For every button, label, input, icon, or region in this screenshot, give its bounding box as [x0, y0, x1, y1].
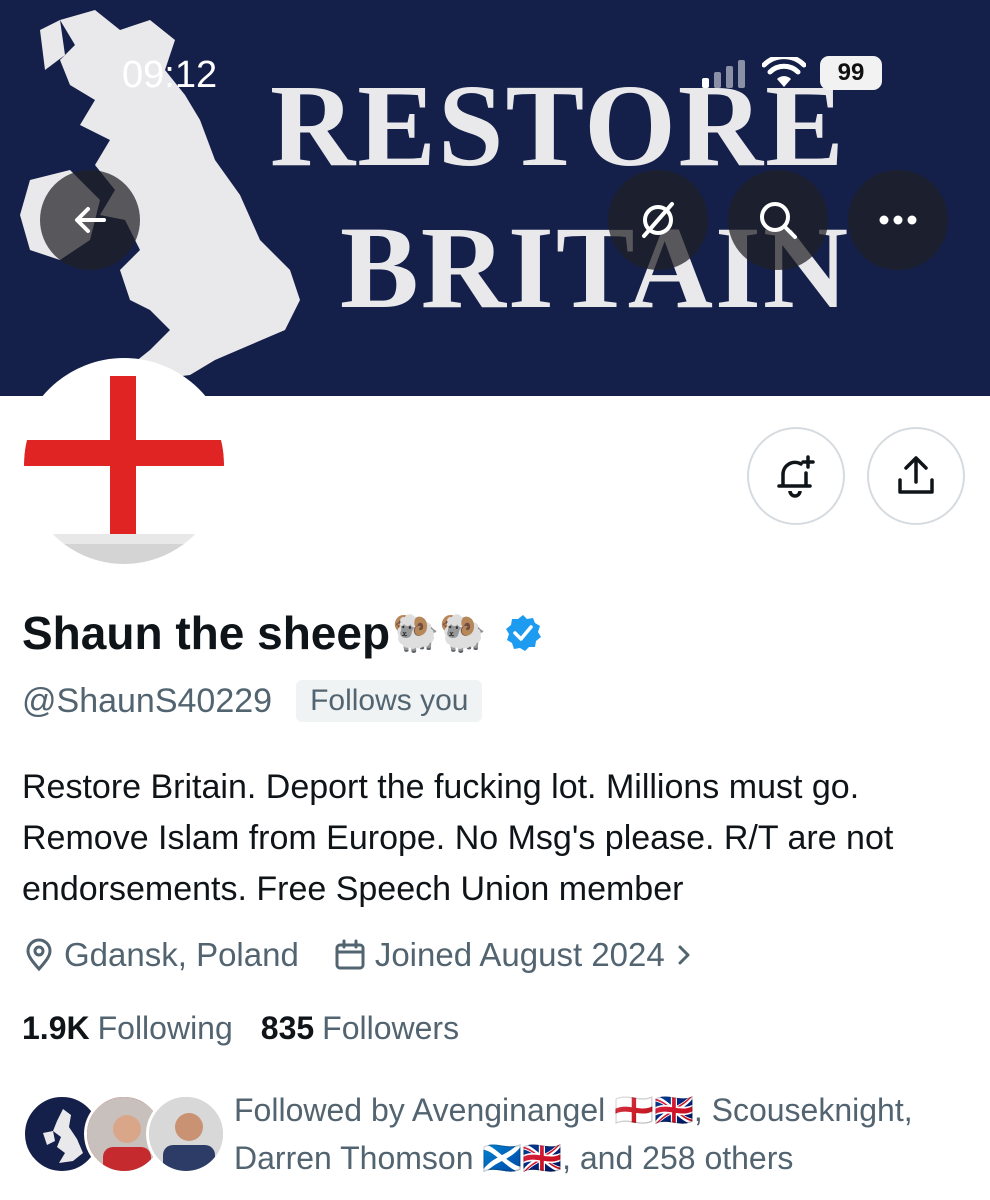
followers-label[interactable]: Followers: [322, 1010, 459, 1047]
profile-bio: Restore Britain. Deport the fucking lot.…: [22, 768, 894, 908]
back-arrow-icon: [75, 207, 106, 233]
display-name-text: Shaun the sheep: [22, 607, 391, 659]
location-text: Gdansk, Poland: [64, 936, 299, 973]
england-flag-image: [24, 364, 224, 564]
calendar-icon: [335, 939, 365, 970]
chevron-right-icon: [678, 945, 690, 965]
search-button[interactable]: [728, 170, 828, 270]
more-icon: [879, 215, 917, 225]
follower-avatar: [146, 1094, 226, 1174]
status-time: 09:12: [122, 54, 218, 96]
location-pin-icon: [26, 938, 52, 972]
join-date-text: Joined August 2024: [374, 936, 665, 973]
follows-you-badge: Follows you: [296, 680, 483, 722]
followers-count[interactable]: 835: [261, 1010, 314, 1047]
status-icons: 99: [700, 56, 882, 90]
verified-badge-icon[interactable]: [503, 613, 543, 653]
signal-icon: [702, 60, 745, 88]
join-date[interactable]: Joined August 2024: [333, 936, 695, 974]
profile-banner[interactable]: RESTORE BRITAIN 09:12 99: [0, 0, 990, 396]
followed-by-row[interactable]: Followed by Avenginangel 🏴󠁧󠁢󠁥󠁮󠁧󠁿🇬🇧, Scou…: [22, 1086, 974, 1182]
more-options-button[interactable]: [848, 170, 948, 270]
share-button[interactable]: [867, 427, 965, 525]
follow-stats: 1.9K Following 835 Followers: [22, 1010, 487, 1047]
display-name: Shaun the sheep 🐏🐏: [22, 606, 543, 660]
notify-button[interactable]: [747, 427, 845, 525]
share-icon: [898, 456, 934, 494]
bell-plus-icon: [777, 455, 815, 498]
battery-indicator: 99: [820, 56, 882, 90]
user-handle: @ShaunS40229: [22, 681, 273, 720]
handle-row: @ShaunS40229 Follows you: [22, 680, 483, 722]
sheep-emoji: 🐏🐏: [392, 612, 487, 654]
back-button[interactable]: [40, 170, 140, 270]
wifi-icon: [762, 57, 806, 87]
followed-by-text: Followed by Avenginangel 🏴󠁧󠁢󠁥󠁮󠁧󠁿🇬🇧, Scou…: [234, 1092, 913, 1176]
search-icon: [760, 202, 797, 239]
profile-avatar[interactable]: [18, 358, 230, 570]
following-label[interactable]: Following: [98, 1010, 233, 1047]
following-count[interactable]: 1.9K: [22, 1010, 90, 1047]
grok-button[interactable]: [608, 170, 708, 270]
followed-by-avatars: [22, 1086, 226, 1182]
grok-icon: [642, 202, 674, 238]
location: Gdansk, Poland: [22, 936, 299, 974]
profile-meta: Gdansk, Poland Joined August 2024: [22, 936, 729, 974]
